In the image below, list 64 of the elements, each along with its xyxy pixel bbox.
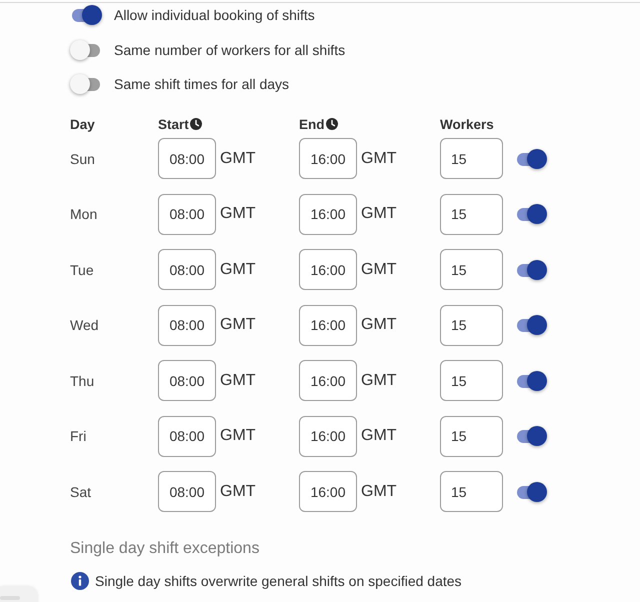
day-label: Wed — [70, 317, 99, 333]
toggle-label: Same shift times for all days — [114, 76, 290, 92]
column-header: Day — [70, 116, 95, 132]
end-time-field[interactable]: 16:00 — [299, 416, 357, 456]
timezone-label: GMT — [361, 150, 397, 168]
day-toggle-switch[interactable] — [515, 424, 547, 448]
day-label: Sat — [70, 484, 92, 500]
day-toggle-switch[interactable] — [515, 258, 547, 282]
timezone-label: GMT — [361, 316, 397, 334]
timezone-label: GMT — [220, 482, 256, 500]
column-header: End — [299, 116, 324, 132]
column-header: Workers — [440, 116, 494, 132]
day-label: Mon — [70, 206, 98, 222]
timezone-label: GMT — [361, 427, 397, 445]
timezone-label: GMT — [361, 372, 397, 390]
timezone-label: GMT — [220, 150, 256, 168]
end-time-field[interactable]: 16:00 — [299, 304, 357, 346]
start-time-field[interactable]: 08:00 — [158, 138, 216, 179]
start-time-field[interactable]: 08:00 — [158, 416, 216, 456]
timezone-label: GMT — [361, 260, 397, 278]
start-time-field[interactable]: 08:00 — [158, 194, 216, 234]
toggle-switch[interactable] — [70, 3, 102, 27]
end-time-field[interactable]: 16:00 — [299, 471, 357, 512]
start-time-field[interactable]: 08:00 — [158, 249, 216, 290]
toggle-switch[interactable] — [70, 38, 102, 62]
workers-field[interactable]: 15 — [440, 138, 503, 179]
timezone-label: GMT — [361, 205, 397, 223]
day-toggle-switch[interactable] — [515, 146, 547, 170]
toggle-label: Same number of workers for all shifts — [114, 42, 346, 58]
info-icon — [71, 572, 89, 590]
day-toggle-switch[interactable] — [515, 480, 547, 504]
timezone-label: GMT — [220, 205, 256, 223]
section-heading: Single day shift exceptions — [70, 540, 260, 558]
timezone-label: GMT — [361, 482, 397, 500]
toggle-label: Allow individual booking of shifts — [114, 7, 315, 23]
day-label: Fri — [70, 428, 86, 444]
end-time-field[interactable]: 16:00 — [299, 138, 357, 179]
day-toggle-switch[interactable] — [515, 313, 547, 337]
timezone-label: GMT — [220, 316, 256, 334]
workers-field[interactable]: 15 — [440, 194, 503, 234]
timezone-label: GMT — [220, 427, 256, 445]
clock-icon — [326, 118, 338, 130]
toggle-switch[interactable] — [70, 72, 102, 96]
timezone-label: GMT — [220, 372, 256, 390]
workers-field[interactable]: 15 — [440, 304, 503, 346]
workers-field[interactable]: 15 — [440, 416, 503, 456]
timezone-label: GMT — [220, 260, 256, 278]
column-header: Start — [158, 116, 189, 132]
workers-field[interactable]: 15 — [440, 471, 503, 512]
day-label: Thu — [70, 372, 94, 388]
start-time-field[interactable]: 08:00 — [158, 360, 216, 401]
day-toggle-switch[interactable] — [515, 368, 547, 392]
clock-icon — [190, 118, 202, 130]
workers-field[interactable]: 15 — [440, 360, 503, 401]
start-time-field[interactable]: 08:00 — [158, 304, 216, 346]
info-text: Single day shifts overwrite general shifts on specified dates — [95, 572, 462, 588]
start-time-field[interactable]: 08:00 — [158, 471, 216, 512]
day-toggle-switch[interactable] — [515, 202, 547, 226]
workers-field[interactable]: 15 — [440, 249, 503, 290]
end-time-field[interactable]: 16:00 — [299, 249, 357, 290]
day-label: Sun — [70, 150, 95, 166]
day-label: Tue — [70, 262, 94, 278]
end-time-field[interactable]: 16:00 — [299, 360, 357, 401]
end-time-field[interactable]: 16:00 — [299, 194, 357, 234]
